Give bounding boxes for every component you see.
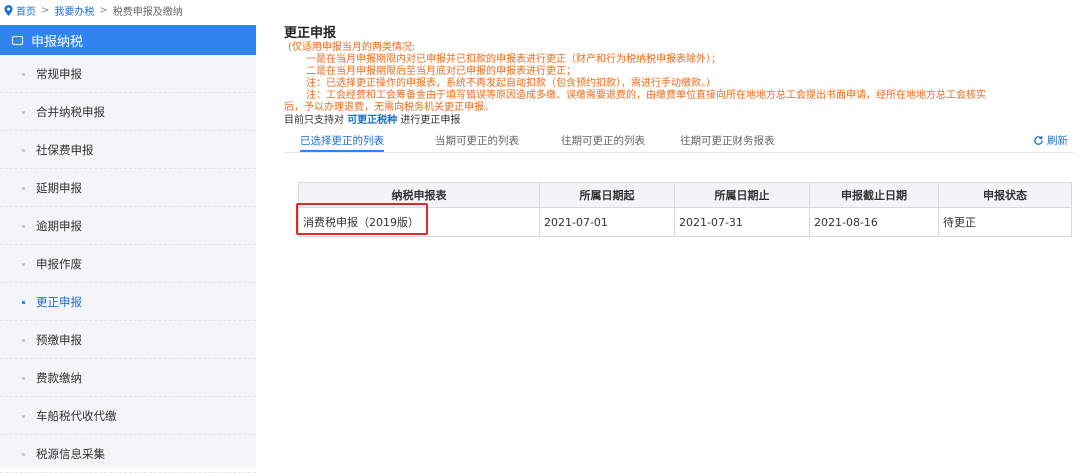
tab-bar: 已选择更正的列表 当期可更正的列表 往期可更正的列表 往期可更正财务报表 刷新	[284, 130, 1074, 153]
sidebar-item-void-filing[interactable]: 申报作废	[0, 245, 256, 283]
bullet-icon	[22, 301, 25, 304]
bullet-icon	[22, 225, 25, 228]
column-header: 所属日期止	[674, 182, 810, 208]
table-row[interactable]: 消费税申报（2019版） 2021-07-01 2021-07-31 2021-…	[298, 207, 1072, 237]
sidebar-item-label: 申报作废	[36, 256, 82, 271]
sidebar-item-label: 费款缴纳	[36, 370, 82, 385]
sidebar-item-correction[interactable]: 更正申报	[0, 283, 256, 321]
support-prefix: 目前只支持对	[284, 115, 344, 126]
folder-icon	[12, 35, 23, 45]
bullet-icon	[22, 187, 25, 190]
tab-past-financial-reports[interactable]: 往期可更正财务报表	[680, 130, 775, 152]
note-line: 二是在当月申报期限后至当月底对已申报的申报表进行更正；	[306, 66, 576, 77]
sidebar-item-label: 延期申报	[36, 180, 82, 195]
sidebar-item-label: 更正申报	[36, 294, 82, 309]
sidebar-item-label: 合并纳税申报	[36, 104, 105, 119]
support-text: 目前只支持对 可更正税种 进行更正申报	[284, 114, 1074, 127]
sidebar-item-label: 逾期申报	[36, 218, 82, 233]
breadcrumb: 首页 > 我要办税 > 税费申报及缴纳	[4, 2, 183, 18]
bullet-icon	[22, 339, 25, 342]
table-cell-start-date: 2021-07-01	[539, 207, 675, 237]
breadcrumb-current: 税费申报及缴纳	[112, 6, 183, 18]
sidebar-item-vehicle-tax[interactable]: 车船税代收代缴	[0, 397, 256, 435]
page-title: 更正申报	[284, 26, 337, 41]
tab-past-period[interactable]: 往期可更正的列表	[561, 130, 645, 152]
refresh-label: 刷新	[1047, 135, 1068, 147]
sidebar-item-tax-source[interactable]: 税源信息采集	[0, 435, 256, 473]
breadcrumb-tax-link[interactable]: 我要办税	[54, 3, 94, 18]
sidebar-item-consolidated-filing[interactable]: 合并纳税申报	[0, 93, 256, 131]
note-line: (仅适用申报当月的两类情况:	[288, 42, 416, 53]
column-header: 申报状态	[938, 182, 1072, 208]
sidebar-item-label: 社保费申报	[36, 142, 94, 157]
bullet-icon	[22, 377, 25, 380]
breadcrumb-home-link[interactable]: 首页	[16, 3, 36, 18]
note-line: 后，予以办理退费，无需向税务机关更正申报。	[284, 102, 494, 113]
sidebar-item-regular-filing[interactable]: 常规申报	[0, 55, 256, 93]
table-header-row: 纳税申报表 所属日期起 所属日期止 申报截止日期 申报状态	[298, 182, 1072, 208]
sidebar-item-label: 预缴申报	[36, 332, 82, 347]
sidebar-item-label: 车船税代收代缴	[36, 408, 117, 423]
support-suffix: 进行更正申报	[400, 115, 461, 126]
sidebar-item-prepayment[interactable]: 预缴申报	[0, 321, 256, 359]
bullet-icon	[22, 111, 25, 114]
column-header: 所属日期起	[539, 182, 675, 208]
note-line: 一是在当月申报期限内对已申报并已扣款的申报表进行更正（财产和行为税纳税申报表除外…	[306, 54, 721, 65]
bullet-icon	[22, 149, 25, 152]
table-cell-end-date: 2021-07-31	[674, 207, 810, 237]
table-cell-form[interactable]: 消费税申报（2019版）	[298, 207, 540, 237]
tab-current-period[interactable]: 当期可更正的列表	[435, 130, 519, 152]
sidebar-header[interactable]: 申报纳税	[0, 25, 256, 55]
note-line: 注：已选择更正操作的申报表，系统不再发起自动扣款（包含预约扣款），需进行手动缴款…	[306, 78, 716, 89]
bullet-icon	[22, 415, 25, 418]
tab-selected-corrections[interactable]: 已选择更正的列表	[300, 130, 384, 152]
location-pin-icon	[4, 4, 13, 16]
breadcrumb-separator: >	[41, 4, 50, 16]
sidebar-item-overdue[interactable]: 逾期申报	[0, 207, 256, 245]
correction-table: 纳税申报表 所属日期起 所属日期止 申报截止日期 申报状态 消费税申报（2019…	[298, 182, 1072, 237]
bullet-icon	[22, 453, 25, 456]
main-content: 更正申报 (仅适用申报当月的两类情况: 一是在当月申报期限内对已申报并已扣款的申…	[284, 26, 1074, 153]
table-cell-status: 待更正	[938, 207, 1072, 237]
refresh-icon	[1034, 136, 1043, 145]
sidebar-item-label: 税源信息采集	[36, 446, 105, 461]
sidebar-item-payment[interactable]: 费款缴纳	[0, 359, 256, 397]
column-header: 纳税申报表	[298, 182, 540, 208]
column-header: 申报截止日期	[809, 182, 939, 208]
sidebar: 申报纳税 常规申报 合并纳税申报 社保费申报 延期申报 逾期申报 申报作废 更正…	[0, 25, 256, 473]
sidebar-header-label: 申报纳税	[31, 34, 84, 50]
breadcrumb-separator: >	[99, 4, 108, 16]
bullet-icon	[22, 73, 25, 76]
refresh-button[interactable]: 刷新	[1033, 133, 1068, 148]
correctable-tax-link[interactable]: 可更正税种	[347, 115, 397, 126]
table-cell-deadline: 2021-08-16	[809, 207, 939, 237]
sidebar-item-extension[interactable]: 延期申报	[0, 169, 256, 207]
bullet-icon	[22, 263, 25, 266]
note-line: 注：工会经费和工会筹备金由于填写错误等原因造成多缴、误缴需要退费的，由缴费单位直…	[306, 90, 986, 101]
sidebar-item-social-security[interactable]: 社保费申报	[0, 131, 256, 169]
sidebar-item-label: 常规申报	[36, 66, 82, 81]
